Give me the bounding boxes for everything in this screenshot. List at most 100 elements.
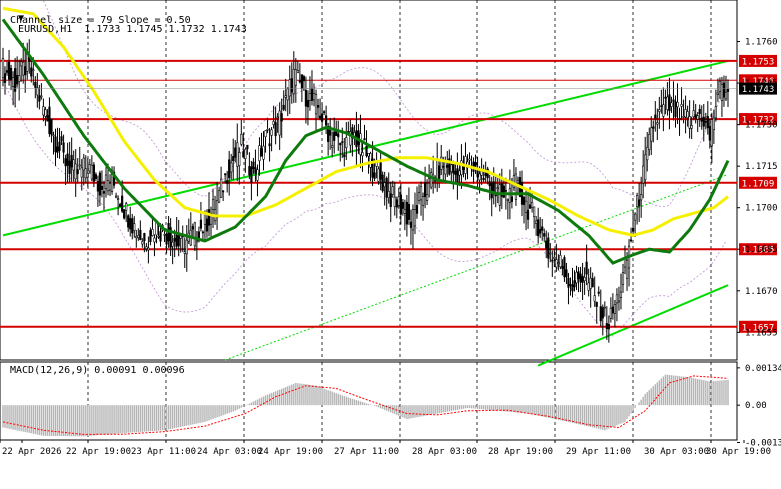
candle-body bbox=[290, 78, 293, 93]
candle-body bbox=[450, 164, 453, 172]
candle-body bbox=[121, 195, 124, 212]
candle-body bbox=[102, 191, 106, 194]
candle-body bbox=[199, 219, 203, 229]
candle-body bbox=[658, 109, 661, 112]
candle-body bbox=[583, 277, 586, 282]
candle-body bbox=[561, 266, 564, 269]
candle-body bbox=[40, 95, 43, 98]
candle-body bbox=[292, 68, 295, 95]
y-tick-label: 1.1700 bbox=[745, 204, 778, 214]
candle-body bbox=[131, 218, 134, 234]
candle-body bbox=[68, 160, 71, 174]
candle-body bbox=[670, 102, 673, 107]
candle-body bbox=[58, 141, 61, 151]
candle-body bbox=[395, 199, 398, 208]
candle-body bbox=[24, 66, 27, 76]
candle-body bbox=[274, 122, 277, 137]
candle-body bbox=[385, 177, 388, 198]
candle-body bbox=[551, 259, 554, 262]
candle-body bbox=[407, 203, 411, 220]
candle-body bbox=[634, 213, 637, 221]
candle-body bbox=[296, 70, 299, 74]
candle-body bbox=[478, 173, 481, 181]
candle-body bbox=[605, 323, 608, 330]
candle-body bbox=[399, 194, 402, 215]
y-tick-label: 1.1670 bbox=[745, 287, 778, 297]
candle-body bbox=[224, 173, 227, 176]
candle-body bbox=[692, 110, 695, 117]
candle-body bbox=[668, 94, 671, 112]
candle-body bbox=[62, 142, 65, 153]
level-label: 1.1753 bbox=[742, 57, 775, 67]
candle-body bbox=[514, 173, 518, 200]
candle-body bbox=[672, 99, 675, 102]
candle-body bbox=[559, 254, 562, 268]
candle-body bbox=[284, 95, 287, 98]
candle-body bbox=[373, 172, 376, 179]
candle-body bbox=[205, 218, 209, 232]
indicator-info: Channel size = 79 Slope = 0.50 bbox=[10, 15, 191, 26]
candle-body bbox=[423, 182, 427, 198]
candle-body bbox=[462, 166, 465, 170]
candle-body bbox=[682, 115, 685, 118]
candle-body bbox=[42, 106, 45, 116]
candle-body bbox=[702, 116, 705, 127]
candle-body bbox=[609, 307, 612, 319]
candle-body bbox=[611, 306, 614, 314]
candle-body bbox=[417, 192, 421, 201]
candle-body bbox=[147, 247, 150, 251]
candle-body bbox=[84, 168, 87, 179]
candle-body bbox=[171, 241, 174, 247]
candle-body bbox=[135, 235, 138, 239]
candle-body bbox=[644, 154, 647, 181]
candle-body bbox=[555, 259, 558, 268]
candle-body bbox=[248, 166, 251, 176]
candle-body bbox=[504, 190, 507, 192]
candle-body bbox=[636, 195, 639, 208]
candle-body bbox=[617, 300, 621, 303]
candle-body bbox=[278, 110, 281, 136]
x-tick-label: 29 Apr 11:00 bbox=[566, 447, 631, 457]
candle-body bbox=[32, 69, 35, 72]
candle-body bbox=[282, 104, 285, 110]
candle-body bbox=[100, 185, 104, 190]
candle-body bbox=[230, 162, 233, 173]
candle-body bbox=[16, 74, 19, 85]
candle-body bbox=[480, 170, 483, 176]
candle-body bbox=[401, 202, 404, 209]
candle-body bbox=[76, 169, 79, 175]
candle-body bbox=[88, 164, 91, 172]
candle-body bbox=[363, 138, 366, 141]
candle-body bbox=[52, 134, 55, 137]
candle-body bbox=[508, 188, 511, 203]
candle-body bbox=[123, 209, 126, 219]
candle-body bbox=[119, 204, 122, 207]
candle-body bbox=[468, 158, 471, 161]
candle-body bbox=[690, 125, 693, 129]
candle-body bbox=[535, 220, 538, 224]
candle-body bbox=[516, 179, 520, 184]
candle-body bbox=[403, 209, 406, 214]
candle-body bbox=[312, 93, 316, 101]
candle-body bbox=[242, 151, 245, 158]
candle-body bbox=[438, 165, 441, 179]
candle-body bbox=[339, 142, 342, 146]
candle-body bbox=[541, 226, 544, 231]
candle-body bbox=[621, 272, 625, 286]
candle-body bbox=[587, 282, 590, 291]
candle-body bbox=[179, 235, 182, 239]
candle-body bbox=[159, 231, 162, 242]
candle-body bbox=[323, 111, 326, 113]
candle-body bbox=[543, 233, 546, 237]
candle-body bbox=[648, 134, 651, 150]
candle-body bbox=[286, 88, 289, 101]
candle-body bbox=[680, 104, 683, 107]
candle-body bbox=[619, 291, 623, 298]
candle-body bbox=[539, 228, 542, 234]
candle-body bbox=[18, 75, 21, 82]
candle-body bbox=[264, 130, 267, 138]
candle-body bbox=[331, 145, 334, 148]
candle-body bbox=[44, 109, 47, 117]
candle-body bbox=[320, 113, 324, 122]
candle-body bbox=[211, 199, 215, 211]
